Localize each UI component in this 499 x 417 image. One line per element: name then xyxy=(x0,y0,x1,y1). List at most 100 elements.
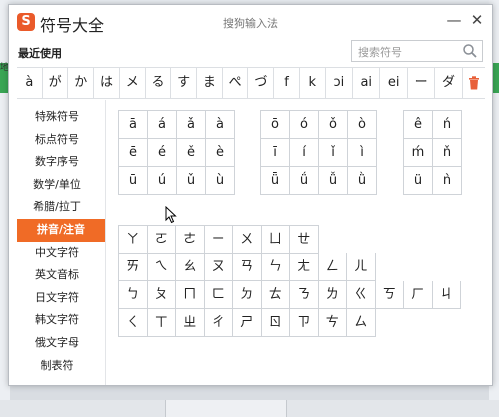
recent-symbol[interactable]: か xyxy=(68,68,95,98)
recent-symbol[interactable]: ai xyxy=(353,68,381,98)
symbol-cell[interactable]: ǔ xyxy=(177,167,206,195)
zhuyin-cell[interactable]: ㄢ xyxy=(233,253,262,281)
recent-symbol[interactable]: ー xyxy=(408,68,436,98)
zhuyin-cell[interactable]: ㄗ xyxy=(290,309,319,337)
symbol-cell[interactable]: à xyxy=(206,111,235,139)
zhuyin-cell[interactable]: ㄙ xyxy=(347,309,376,337)
sidebar-item[interactable]: 中文字符 xyxy=(9,242,105,265)
sidebar-item[interactable]: 俄文字母 xyxy=(9,332,105,355)
zhuyin-cell[interactable]: ㄓ xyxy=(176,309,205,337)
symbol-cell[interactable]: ō xyxy=(261,111,290,139)
search-icon[interactable] xyxy=(462,43,478,59)
symbol-cell[interactable]: ǎ xyxy=(177,111,206,139)
zhuyin-cell[interactable]: ㄇ xyxy=(176,281,205,309)
symbol-cell[interactable]: á xyxy=(148,111,177,139)
symbol-cell[interactable]: ú xyxy=(148,167,177,195)
zhuyin-cell[interactable]: ㄣ xyxy=(261,253,290,281)
symbol-cell[interactable]: ǖ xyxy=(261,167,290,195)
zhuyin-cell[interactable]: ㄍ xyxy=(347,281,376,309)
symbol-cell[interactable]: ê xyxy=(404,111,433,139)
sidebar-item[interactable]: 韩文字符 xyxy=(9,309,105,332)
recent-symbol[interactable]: ま xyxy=(197,68,223,98)
symbol-cell[interactable]: ì xyxy=(348,139,377,167)
zhuyin-cell[interactable]: ㄏ xyxy=(404,281,433,309)
zhuyin-cell[interactable]: ㄠ xyxy=(176,253,205,281)
recent-symbol[interactable]: ぺ xyxy=(223,68,249,98)
sidebar-item[interactable]: 希腊/拉丁 xyxy=(9,196,105,219)
zhuyin-cell[interactable]: ㄌ xyxy=(318,281,347,309)
zhuyin-cell[interactable]: ㄉ xyxy=(233,281,262,309)
symbol-cell[interactable]: ü xyxy=(404,167,433,195)
search-input[interactable]: 搜索符号 xyxy=(351,40,483,62)
zhuyin-cell[interactable]: ㄎ xyxy=(375,281,404,309)
trash-icon[interactable] xyxy=(463,68,485,98)
zhuyin-cell[interactable]: ㄧ xyxy=(204,226,233,254)
zhuyin-cell[interactable]: ㄖ xyxy=(261,309,290,337)
sidebar-item[interactable]: 标点符号 xyxy=(9,129,105,152)
recent-symbol[interactable]: à xyxy=(17,68,43,98)
recent-symbol[interactable]: は xyxy=(94,68,120,98)
symbol-cell[interactable]: ň xyxy=(433,139,462,167)
zhuyin-cell[interactable]: ㄤ xyxy=(290,253,319,281)
zhuyin-cell[interactable]: ㄒ xyxy=(147,309,176,337)
close-button[interactable]: ✕ xyxy=(468,11,486,29)
symbol-cell[interactable]: ǹ xyxy=(433,167,462,195)
zhuyin-cell[interactable]: ㄞ xyxy=(119,253,148,281)
minimize-button[interactable]: — xyxy=(445,11,463,29)
recent-symbol[interactable]: ei xyxy=(380,68,408,98)
symbol-cell[interactable]: ě xyxy=(177,139,206,167)
recent-symbol[interactable]: メ xyxy=(120,68,146,98)
sidebar-item[interactable]: 拼音/注音 xyxy=(17,218,105,242)
zhuyin-cell[interactable]: ㄈ xyxy=(204,281,233,309)
symbol-cell[interactable]: ū xyxy=(119,167,148,195)
sidebar-item[interactable]: 日文字符 xyxy=(9,287,105,310)
recent-symbol[interactable]: k xyxy=(300,68,326,98)
symbol-cell[interactable]: ù xyxy=(206,167,235,195)
recent-symbol[interactable]: づ xyxy=(248,68,275,98)
symbol-cell[interactable]: è xyxy=(206,139,235,167)
recent-symbol[interactable]: f xyxy=(274,68,300,98)
symbol-cell[interactable]: í xyxy=(290,139,319,167)
zhuyin-cell[interactable]: ㄛ xyxy=(147,226,176,254)
zhuyin-cell[interactable]: ㄕ xyxy=(233,309,262,337)
symbol-cell[interactable]: ó xyxy=(290,111,319,139)
zhuyin-cell[interactable]: ㄦ xyxy=(347,253,376,281)
symbol-cell[interactable]: ā xyxy=(119,111,148,139)
title-bar[interactable]: S 符号大全 搜狗输入法 — ✕ xyxy=(9,5,492,37)
zhuyin-cell[interactable]: ㄚ xyxy=(119,226,148,254)
recent-symbol[interactable]: が xyxy=(43,68,69,98)
sidebar-item[interactable]: 制表符 xyxy=(9,355,105,378)
zhuyin-cell[interactable]: ㄘ xyxy=(318,309,347,337)
symbol-cell[interactable]: ǜ xyxy=(348,167,377,195)
symbol-cell[interactable]: ǚ xyxy=(319,167,348,195)
zhuyin-cell[interactable]: ㄡ xyxy=(204,253,233,281)
zhuyin-cell[interactable]: ㄝ xyxy=(290,226,319,254)
sidebar-item[interactable]: 特殊符号 xyxy=(9,106,105,129)
symbol-cell[interactable]: ē xyxy=(119,139,148,167)
zhuyin-cell[interactable]: ㄔ xyxy=(204,309,233,337)
symbol-cell[interactable]: é xyxy=(148,139,177,167)
symbol-cell[interactable]: ī xyxy=(261,139,290,167)
recent-symbol[interactable]: ɔi xyxy=(326,68,354,98)
zhuyin-cell[interactable]: ㄆ xyxy=(147,281,176,309)
recent-symbol[interactable]: す xyxy=(171,68,198,98)
recent-symbol[interactable]: る xyxy=(146,68,172,98)
zhuyin-cell[interactable]: ㄐ xyxy=(432,281,461,309)
symbol-cell[interactable]: ǐ xyxy=(319,139,348,167)
zhuyin-cell[interactable]: ㄊ xyxy=(261,281,290,309)
sidebar-item[interactable]: 数学/单位 xyxy=(9,174,105,197)
recent-symbol[interactable]: ダ xyxy=(435,68,463,98)
zhuyin-cell[interactable]: ㄅ xyxy=(119,281,148,309)
sidebar-item[interactable]: 数字序号 xyxy=(9,151,105,174)
zhuyin-cell[interactable]: ㄑ xyxy=(119,309,148,337)
symbol-cell[interactable]: ò xyxy=(348,111,377,139)
zhuyin-cell[interactable]: ㄥ xyxy=(318,253,347,281)
zhuyin-cell[interactable]: ㄩ xyxy=(261,226,290,254)
symbol-cell[interactable]: ǒ xyxy=(319,111,348,139)
zhuyin-cell[interactable]: ㄋ xyxy=(290,281,319,309)
symbol-cell[interactable]: ḿ xyxy=(404,139,433,167)
taskbar-tab[interactable] xyxy=(165,400,287,417)
zhuyin-cell[interactable]: ㄟ xyxy=(147,253,176,281)
zhuyin-cell[interactable]: ㄨ xyxy=(233,226,262,254)
sidebar-item[interactable]: 英文音标 xyxy=(9,264,105,287)
